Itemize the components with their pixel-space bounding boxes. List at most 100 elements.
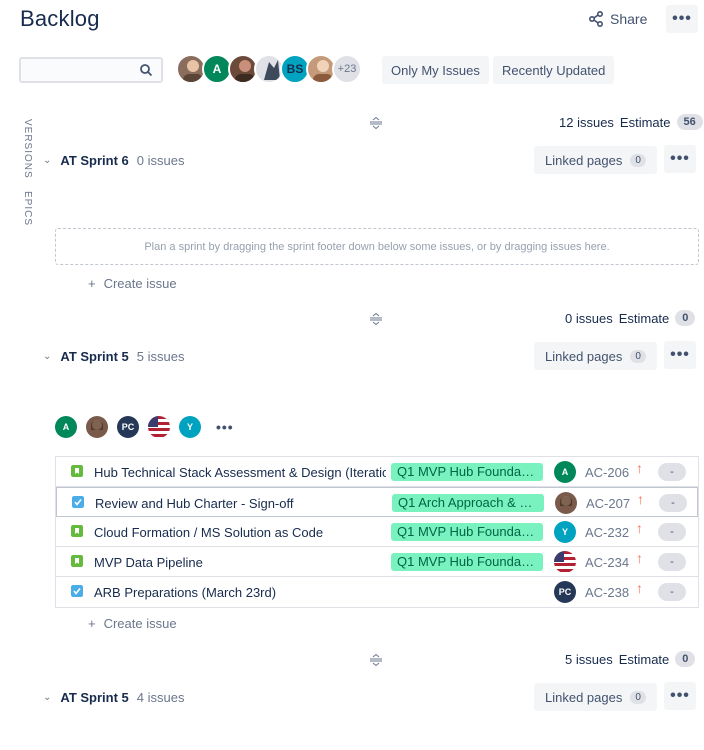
story-icon (71, 525, 83, 537)
more-assignees-icon[interactable]: ••• (216, 419, 234, 435)
linked-pages-label: Linked pages (545, 152, 623, 168)
issue-count: 0 issues (565, 310, 613, 326)
drag-handle-icon[interactable] (369, 313, 383, 325)
search-input[interactable] (21, 59, 131, 81)
issue-key[interactable]: AC-232 (585, 525, 629, 540)
drag-handle-icon[interactable] (369, 654, 383, 666)
assignee-avatar[interactable] (554, 551, 576, 573)
issue-row[interactable]: Review and Hub Charter - Sign-off Q1 Arc… (56, 487, 698, 517)
linked-pages-label: Linked pages (545, 689, 623, 705)
recently-updated-button[interactable]: Recently Updated (493, 56, 615, 84)
linked-pages-count: 0 (630, 153, 646, 167)
story-icon (71, 555, 83, 567)
chevron-down-icon[interactable]: ⌄ (43, 692, 51, 703)
linked-pages-button[interactable]: Linked pages 0 (534, 683, 657, 711)
epic-label[interactable]: Q1 MVP Hub Foundati… (391, 523, 543, 541)
epic-label[interactable]: Q1 MVP Hub Foundati… (391, 553, 543, 571)
share-icon (588, 11, 603, 27)
share-label: Share (610, 11, 648, 27)
estimate-label: Estimate (619, 114, 671, 130)
sprint-more-button[interactable]: ••• (664, 145, 696, 173)
sprint-more-button[interactable]: ••• (664, 341, 696, 369)
sprint-stats: 0 issues Estimate 0 (565, 310, 696, 326)
person-icon (235, 60, 255, 82)
avatar[interactable] (86, 416, 108, 438)
issue-row[interactable]: MVP Data Pipeline Q1 MVP Hub Foundati… A… (56, 547, 698, 577)
sprint-name: AT Sprint 6 (60, 153, 129, 168)
estimate-badge[interactable]: - (658, 553, 686, 571)
page-title: Backlog (20, 6, 100, 31)
issue-key[interactable]: AC-238 (585, 585, 629, 600)
issue-key[interactable]: AC-206 (585, 465, 629, 480)
priority-high-icon: ↑ (636, 460, 643, 476)
epic-label[interactable]: Q1 Arch Approach & D… (392, 494, 544, 512)
drag-handle-icon[interactable] (369, 117, 383, 129)
person-icon (183, 60, 203, 82)
sprint-header[interactable]: ⌄ AT Sprint 6 0 issues (43, 153, 184, 168)
issue-count: 5 issues (565, 651, 613, 667)
sprint-issue-count: 4 issues (136, 690, 185, 705)
estimate-badge[interactable]: - (658, 523, 686, 541)
create-issue-label: Create issue (103, 276, 177, 291)
assignee-avatar[interactable]: PC (554, 581, 576, 603)
sprint-empty-dropzone[interactable]: Plan a sprint by dragging the sprint foo… (55, 228, 699, 265)
sprint-more-button[interactable]: ••• (664, 682, 696, 710)
linked-pages-count: 0 (630, 690, 646, 704)
assignee-avatar[interactable]: Y (554, 521, 576, 543)
avatar[interactable]: Y (179, 416, 201, 438)
issue-row[interactable]: Hub Technical Stack Assessment & Design … (56, 457, 698, 487)
linked-pages-count: 0 (630, 349, 646, 363)
search-icon (140, 64, 153, 77)
issue-list: Hub Technical Stack Assessment & Design … (55, 456, 699, 608)
assignee-avatar[interactable]: A (554, 461, 576, 483)
issue-key[interactable]: AC-234 (585, 555, 629, 570)
epics-tab[interactable]: EPICS (22, 191, 33, 226)
versions-tab[interactable]: VERSIONS (22, 119, 33, 179)
more-icon: ••• (670, 150, 690, 167)
sprint-header[interactable]: ⌄ AT Sprint 5 4 issues (43, 690, 184, 705)
estimate-badge: 0 (675, 310, 696, 326)
linked-pages-label: Linked pages (545, 348, 623, 364)
estimate-badge[interactable]: - (658, 463, 686, 481)
person-icon (560, 496, 572, 506)
create-issue-button[interactable]: + Create issue (88, 616, 177, 631)
linked-pages-button[interactable]: Linked pages 0 (534, 342, 657, 370)
issue-summary: MVP Data Pipeline (94, 555, 203, 570)
estimate-label: Estimate (618, 310, 670, 326)
epic-label[interactable]: Q1 MVP Hub Foundati… (391, 463, 543, 481)
issue-row[interactable]: Cloud Formation / MS Solution as Code Q1… (56, 517, 698, 547)
share-button[interactable]: Share (588, 6, 647, 32)
issue-row[interactable]: ARB Preparations (March 23rd) PC AC-238 … (56, 577, 698, 607)
sprint-stats: 12 issues Estimate 56 (559, 114, 703, 130)
priority-high-icon: ↑ (637, 491, 644, 507)
avatar-overflow[interactable]: +23 (332, 54, 362, 84)
issue-key[interactable]: AC-207 (586, 496, 630, 511)
estimate-label: Estimate (618, 651, 670, 667)
avatar[interactable]: PC (117, 416, 139, 438)
chevron-down-icon[interactable]: ⌄ (43, 351, 51, 362)
search-box[interactable] (19, 57, 163, 83)
plus-icon: + (88, 276, 96, 291)
estimate-badge[interactable]: - (659, 494, 687, 512)
task-icon (72, 496, 84, 508)
priority-high-icon: ↑ (636, 520, 643, 536)
flag-icon (554, 551, 576, 573)
chevron-down-icon[interactable]: ⌄ (43, 155, 51, 166)
create-issue-label: Create issue (103, 616, 177, 631)
linked-pages-button[interactable]: Linked pages 0 (534, 146, 657, 174)
only-my-issues-button[interactable]: Only My Issues (382, 56, 489, 84)
story-icon (71, 465, 83, 477)
sprint-header[interactable]: ⌄ AT Sprint 5 5 issues (43, 349, 184, 364)
issue-summary: Cloud Formation / MS Solution as Code (94, 525, 324, 540)
task-icon (71, 585, 83, 597)
avatar[interactable]: A (55, 416, 77, 438)
avatar[interactable] (148, 416, 170, 438)
assignee-avatar[interactable] (555, 492, 577, 514)
sprint-issue-count: 5 issues (136, 349, 185, 364)
sprint-name: AT Sprint 5 (60, 349, 129, 364)
create-issue-button[interactable]: + Create issue (88, 276, 177, 291)
estimate-badge[interactable]: - (658, 583, 686, 601)
header-more-button[interactable]: ••• (666, 5, 698, 33)
more-icon: ••• (670, 346, 690, 363)
sprint-name: AT Sprint 5 (60, 690, 129, 705)
